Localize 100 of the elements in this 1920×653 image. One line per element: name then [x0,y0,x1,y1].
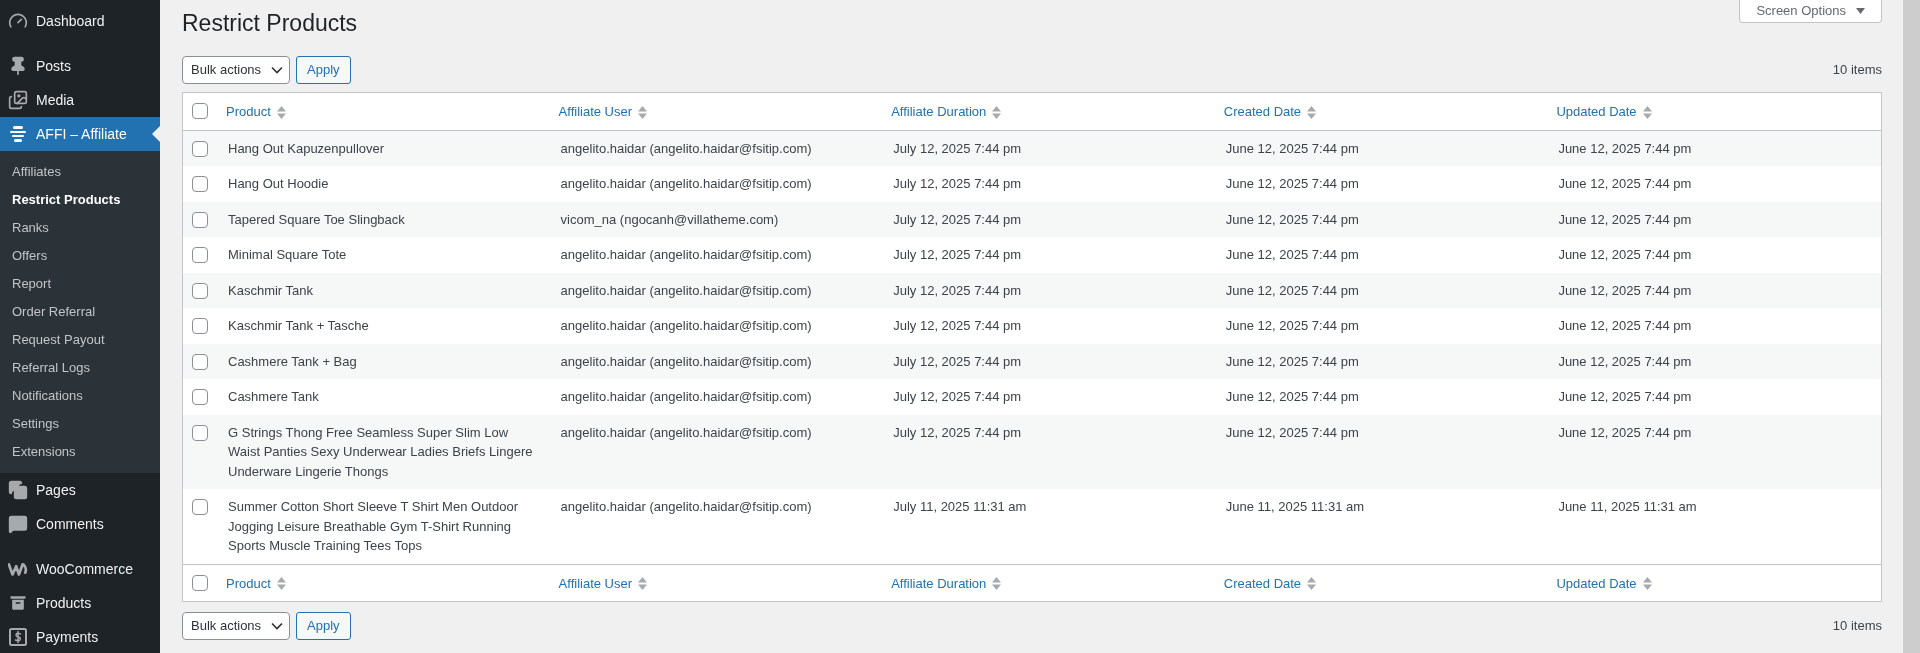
archive-icon [8,593,28,613]
menu-item[interactable]: AFFI – Affiliate [0,117,160,151]
column-sort-link[interactable]: Affiliate Duration [891,102,1002,122]
table-cell: June 12, 2025 7:44 pm [1548,272,1881,308]
table-cell: June 12, 2025 7:44 pm [1215,201,1549,237]
apply-button[interactable]: Apply [296,612,351,640]
checkbox[interactable] [192,103,208,120]
table-cell: June 11, 2025 11:31 am [1215,489,1549,564]
menu-item[interactable]: Comments [0,507,160,541]
chevron-down-icon [271,66,283,74]
table-cell: angelito.haidar (angelito.haidar@fsitip.com) [550,166,884,202]
stack-icon [8,124,28,144]
table-cell: angelito.haidar (angelito.haidar@fsitip.com) [550,237,884,273]
table-cell: June 12, 2025 7:44 pm [1215,379,1549,415]
column-sort-link[interactable]: Created Date [1223,102,1317,122]
checkbox[interactable] [192,211,208,228]
sort-icon [1307,577,1317,590]
table-cell: June 12, 2025 7:44 pm [1215,272,1549,308]
column-sort-link[interactable]: Affiliate User [558,102,648,122]
table-cell: angelito.haidar (angelito.haidar@fsitip.com) [550,308,884,344]
item-count: 10 items [1832,617,1882,636]
table-cell: June 12, 2025 7:44 pm [1548,166,1881,202]
table-cell: Tapered Square Toe Slingback [218,201,551,237]
table-cell: June 12, 2025 7:44 pm [1548,379,1881,415]
sort-icon [276,105,286,119]
table-cell: Kaschmir Tank [218,272,551,308]
menu-item[interactable]: Dashboard [0,4,160,38]
current-pointer-icon [152,126,160,142]
scrollbar[interactable] [1903,0,1920,653]
apply-button[interactable]: Apply [296,56,351,84]
submenu-item[interactable]: Notifications [0,382,160,410]
table-cell: June 12, 2025 7:44 pm [1215,130,1549,166]
submenu-item[interactable]: Extensions [0,438,160,466]
sort-icon [992,105,1002,119]
table-cell: June 12, 2025 7:44 pm [1548,414,1881,489]
submenu-item[interactable]: Affiliates [0,158,160,186]
sort-icon [1642,105,1652,119]
table-cell: June 12, 2025 7:44 pm [1548,130,1881,166]
checkbox[interactable] [192,499,208,515]
table-cell: June 12, 2025 7:44 pm [1548,201,1881,237]
submenu-item[interactable]: Offers [0,242,160,270]
table-cell: G Strings Thong Free Seamless Super Slim Low Waist Panties Sexy Underwear Ladies Briefs Lingere Underware Lingerie Thongs [218,414,551,489]
checkbox[interactable] [192,318,208,334]
column-sort-link[interactable]: Created Date [1223,573,1317,594]
checkbox[interactable] [192,176,208,192]
table-cell: June 12, 2025 7:44 pm [1215,237,1549,273]
checkbox[interactable] [192,140,208,157]
bulk-actions-select[interactable]: Bulk actions [182,56,290,84]
table-cell: June 12, 2025 7:44 pm [1215,414,1549,489]
table-cell: June 12, 2025 7:44 pm [1215,308,1549,344]
table-cell: July 12, 2025 7:44 pm [883,237,1216,273]
menu-item[interactable]: WooCommerce [0,552,160,586]
dashboard-icon [8,11,28,31]
menu-item[interactable]: Payments [0,620,160,653]
column-sort-link[interactable]: Product [226,573,286,594]
table-cell: Cashmere Tank [218,379,551,415]
submenu-item[interactable]: Report [0,270,160,298]
sort-icon [276,577,286,590]
column-sort-link[interactable]: Updated Date [1556,573,1652,594]
menu-item[interactable]: Products [0,586,160,620]
table-cell: angelito.haidar (angelito.haidar@fsitip.com) [550,272,884,308]
column-sort-link[interactable]: Product [226,102,286,122]
checkbox[interactable] [192,574,208,591]
submenu-item[interactable]: Restrict Products [0,186,160,214]
table-cell: vicom_na (ngocanh@villatheme.com) [550,201,884,237]
sort-icon [1307,105,1317,119]
checkbox[interactable] [192,353,208,370]
submenu-item[interactable]: Ranks [0,214,160,242]
menu-item[interactable]: Posts [0,49,160,83]
submenu-item[interactable]: Settings [0,410,160,438]
checkbox[interactable] [192,247,208,263]
submenu-item[interactable]: Request Payout [0,326,160,354]
page-title: Restrict Products [182,9,358,38]
sort-icon [638,577,648,590]
checkbox[interactable] [192,424,208,441]
table-cell: July 12, 2025 7:44 pm [883,308,1216,344]
table-cell: angelito.haidar (angelito.haidar@fsitip.com) [550,379,884,415]
table-cell: July 12, 2025 7:44 pm [883,166,1216,202]
checkbox[interactable] [192,389,208,405]
submenu-item[interactable]: Order Referral [0,298,160,326]
sort-icon [638,105,648,119]
column-sort-link[interactable]: Affiliate User [558,573,648,594]
checkbox[interactable] [192,282,208,299]
submenu-item[interactable]: Referral Logs [0,354,160,382]
table-cell: Hang Out Kapuzenpullover [218,130,551,166]
table-cell: July 12, 2025 7:44 pm [883,272,1216,308]
menu-item[interactable]: Media [0,83,160,117]
table-cell: angelito.haidar (angelito.haidar@fsitip.com) [550,130,884,166]
table-cell: Minimal Square Tote [218,237,551,273]
bulk-actions-select[interactable]: Bulk actions [182,612,290,640]
item-count: 10 items [1832,61,1882,80]
screen-options-button[interactable]: Screen Options [1739,0,1882,23]
column-sort-link[interactable]: Affiliate Duration [891,573,1002,594]
dollar-icon [8,627,28,647]
media-icon [8,90,28,110]
sort-icon [992,577,1002,590]
menu-item[interactable]: Pages [0,473,160,507]
table-cell: July 12, 2025 7:44 pm [883,201,1216,237]
column-sort-link[interactable]: Updated Date [1556,102,1652,122]
table-cell: June 11, 2025 11:31 am [1548,489,1881,564]
